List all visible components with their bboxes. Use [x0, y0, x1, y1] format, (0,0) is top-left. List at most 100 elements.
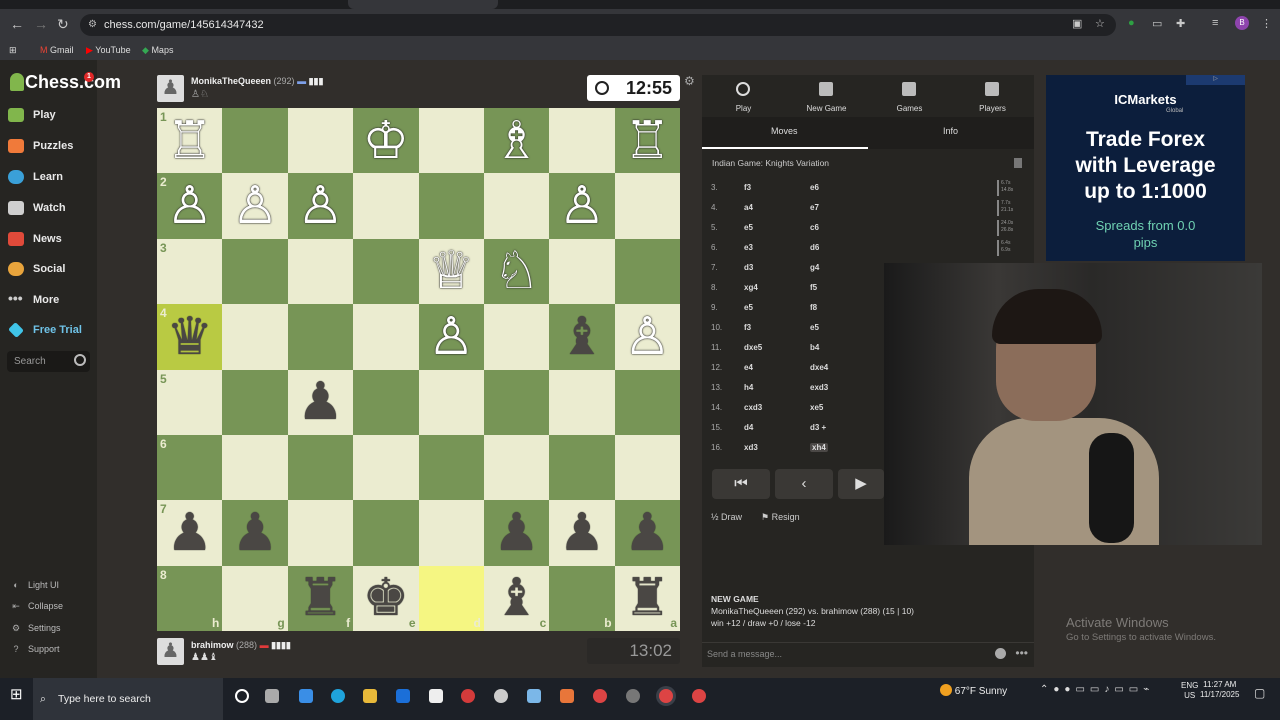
board-square[interactable]: ♟	[287, 369, 354, 435]
tab-search-icon[interactable]: ≡	[1212, 17, 1218, 29]
light-ui-toggle[interactable]: ◐ Light UI	[10, 580, 59, 590]
extension-icon[interactable]: ●	[1128, 17, 1135, 29]
white-move[interactable]: d4	[744, 423, 753, 432]
weather-widget[interactable]: 67°F Sunny	[940, 684, 1007, 698]
board-square[interactable]	[353, 369, 419, 435]
chess-piece[interactable]: ♙	[428, 311, 475, 363]
board-square[interactable]	[549, 369, 615, 435]
extensions-puzzle-icon[interactable]: ✚	[1176, 17, 1185, 30]
bookmark-gmail[interactable]: M Gmail	[40, 45, 74, 55]
tab-players[interactable]: Players	[951, 75, 1034, 117]
white-move[interactable]: e5	[744, 303, 753, 312]
board-square[interactable]	[287, 108, 354, 174]
bottom-player-name[interactable]: brahimow	[191, 640, 234, 650]
board-square[interactable]	[418, 500, 484, 566]
black-move[interactable]: dxe4	[810, 363, 828, 372]
black-move[interactable]: b4	[810, 343, 819, 352]
chess-piece[interactable]: ♙	[166, 180, 213, 232]
white-move[interactable]: d3	[744, 263, 753, 272]
board-square[interactable]	[549, 238, 615, 305]
windows-start-icon[interactable]: ⊞	[10, 685, 23, 703]
board-square[interactable]	[418, 173, 484, 239]
board-square[interactable]: 3	[157, 238, 223, 305]
site-info-icon[interactable]: ⚙	[88, 14, 97, 36]
board-square[interactable]: ♜ f	[287, 565, 354, 632]
chess-piece[interactable]: ♗	[493, 115, 540, 167]
board-square[interactable]: ♙	[222, 173, 288, 239]
draw-button[interactable]: ½ Draw	[711, 512, 742, 522]
file-explorer-icon[interactable]	[363, 689, 377, 703]
chess-piece[interactable]: ♝	[559, 311, 606, 363]
sidebar-item-play[interactable]: Play	[8, 108, 56, 122]
board-square[interactable]: ♙	[287, 173, 354, 239]
board-square[interactable]: ♙	[418, 304, 484, 370]
board-square[interactable]: ♖ 1	[157, 108, 223, 174]
board-square[interactable]	[483, 173, 550, 239]
board-square[interactable]	[614, 238, 681, 305]
edge-icon[interactable]	[331, 689, 345, 703]
board-square[interactable]	[222, 434, 288, 501]
board-square[interactable]	[353, 173, 419, 239]
board-square[interactable]	[353, 500, 419, 566]
top-player-name[interactable]: MonikaTheQueeen	[191, 76, 271, 86]
next-move-button[interactable]: ▶	[838, 469, 884, 499]
support-link[interactable]: ? Support	[10, 644, 59, 654]
board-square[interactable]	[483, 434, 550, 501]
sidebar-item-watch[interactable]: Watch	[8, 201, 66, 215]
browser-menu-icon[interactable]: ⋮	[1261, 17, 1272, 30]
chess-piece[interactable]: ♝	[493, 572, 540, 624]
chess-piece[interactable]: ♚	[363, 572, 410, 624]
bottom-player-avatar[interactable]: ♟	[157, 638, 184, 665]
store-icon[interactable]	[299, 689, 313, 703]
taskbar-search[interactable]: ⌕ Type here to search	[33, 678, 223, 720]
board-square[interactable]	[287, 238, 354, 305]
chrome-icon-2[interactable]	[692, 689, 706, 703]
white-move[interactable]: cxd3	[744, 403, 762, 412]
copy-icon[interactable]	[1014, 158, 1022, 168]
emoji-icon[interactable]	[995, 648, 1006, 659]
board-square[interactable]: ♔	[353, 108, 419, 174]
white-move[interactable]: h4	[744, 383, 753, 392]
board-square[interactable]	[549, 108, 615, 174]
black-move[interactable]: d3 +	[810, 423, 826, 432]
board-square[interactable]: 8h	[157, 565, 223, 632]
board-square[interactable]: ♚ e	[353, 565, 419, 632]
board-square[interactable]: ♜ a	[614, 565, 681, 632]
sidebar-search-input[interactable]: Search	[7, 351, 90, 372]
capcut-icon[interactable]	[429, 689, 443, 703]
board-square[interactable]: 5	[157, 369, 223, 435]
board-square[interactable]	[287, 304, 354, 370]
white-move[interactable]: e5	[744, 223, 753, 232]
apps-grid-icon[interactable]: ⊞	[9, 45, 17, 56]
reload-icon[interactable]: ↻	[57, 16, 69, 33]
chess-piece[interactable]: ♟	[624, 507, 671, 559]
sidebar-item-news[interactable]: News	[8, 232, 62, 246]
chess-piece[interactable]: ♛	[166, 311, 213, 363]
board-settings-gear-icon[interactable]: ⚙	[684, 74, 695, 88]
black-move[interactable]: xe5	[810, 403, 823, 412]
browser-tab-active[interactable]	[348, 0, 498, 9]
chess-piece[interactable]: ♙	[559, 180, 606, 232]
board-square[interactable]	[614, 369, 681, 435]
chess-piece[interactable]: ♕	[428, 245, 475, 297]
board-square[interactable]	[549, 434, 615, 501]
chat-input[interactable]: Send a message... •••	[702, 642, 1034, 664]
board-square[interactable]	[222, 238, 288, 305]
board-square[interactable]	[353, 434, 419, 501]
resign-button[interactable]: ⚑ Resign	[761, 512, 800, 523]
chess-piece[interactable]: ♖	[166, 115, 213, 167]
chess-piece[interactable]: ♟	[559, 507, 606, 559]
chess-piece[interactable]: ♟	[297, 376, 344, 428]
chess-piece[interactable]: ♟	[166, 507, 213, 559]
board-square[interactable]	[287, 500, 354, 566]
address-bar[interactable]: ⚙ chess.com/game/145614347432	[80, 14, 1116, 36]
forward-icon[interactable]: →	[34, 16, 48, 32]
tab-new-game[interactable]: New Game	[785, 75, 868, 117]
chess-piece[interactable]: ♜	[297, 572, 344, 624]
black-move[interactable]: f5	[810, 283, 817, 292]
sidebar-item-puzzles[interactable]: Puzzles	[8, 139, 73, 153]
board-square[interactable]: ♟	[614, 500, 681, 566]
board-square[interactable]: d	[418, 565, 484, 632]
chrome-active-icon[interactable]	[659, 689, 673, 703]
bookmark-youtube[interactable]: ▶ YouTube	[86, 45, 131, 56]
